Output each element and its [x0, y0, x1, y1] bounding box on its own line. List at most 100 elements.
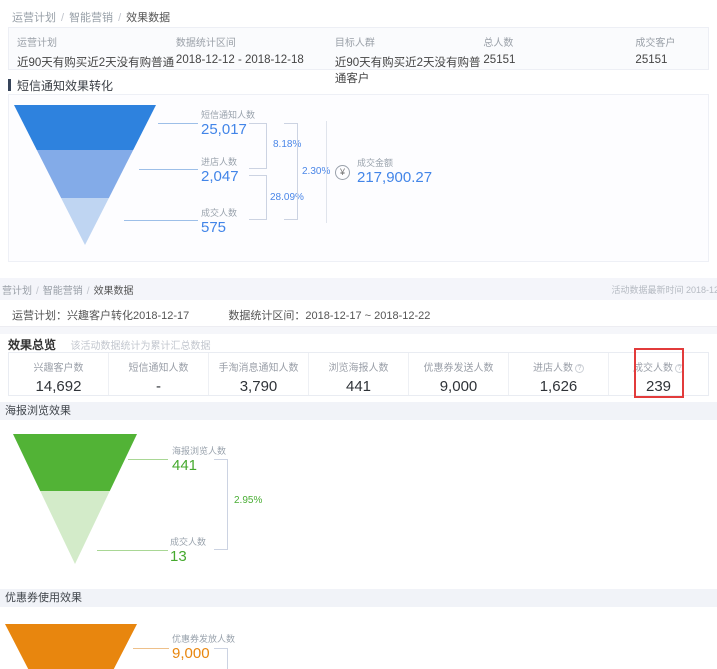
amount-value: 217,900.27 — [357, 169, 432, 188]
metric-label: 进店人数? — [509, 359, 608, 374]
metric-value: - — [109, 378, 208, 395]
info-label: 运营计划 — [17, 34, 176, 49]
stage-label-sms: 短信通知人数 25,017 — [201, 110, 255, 140]
info-icon[interactable]: ? — [575, 364, 584, 373]
stage-name: 成交人数 — [170, 537, 206, 548]
connector-line — [158, 123, 198, 124]
breadcrumb-separator: / — [87, 286, 90, 297]
poster-funnel-chart: 海报浏览人数 441 2.95% 成交人数 13 — [0, 420, 717, 581]
funnel-segment-poster-deal[interactable] — [40, 491, 110, 564]
sms-funnel-chart: 短信通知人数 25,017 进店人数 2,047 成交人数 575 8.18% … — [8, 94, 709, 262]
deal-amount: 成交金额 217,900.27 — [357, 158, 432, 188]
breadcrumb-separator: / — [36, 286, 39, 297]
overview-header: 效果总览 该活动数据统计为累计汇总数据 — [0, 334, 717, 350]
stage-name: 短信通知人数 — [201, 110, 255, 121]
metric-value: 3,790 — [209, 378, 308, 395]
info-col-range: 数据统计区间 2018-12-12 - 2018-12-18 — [176, 34, 335, 69]
breadcrumb-left: 营计划 / 智能营销 / 效果数据 — [2, 282, 134, 297]
plan-name-text: 运营计划：兴趣客户转化2018-12-17 — [12, 310, 189, 322]
breadcrumb-item-current: 效果数据 — [126, 12, 170, 24]
rate-bracket-2 — [249, 175, 267, 220]
metric-value: 9,000 — [409, 378, 508, 395]
metric-coupons-sent: 优惠券发送人数 9,000 — [408, 353, 508, 395]
connector-line — [124, 220, 198, 221]
rate-bracket-1 — [249, 123, 267, 169]
metric-label: 优惠券发送人数 — [409, 359, 508, 374]
connector-line — [128, 459, 168, 460]
rate-bracket-overall — [284, 123, 298, 220]
sms-funnel-svg — [9, 95, 179, 255]
funnel-segment-coupon-sent[interactable] — [5, 624, 137, 669]
metric-value: 14,692 — [9, 378, 108, 395]
info-label: 成交客户 — [635, 34, 704, 49]
stage-label-visit: 进店人数 2,047 — [201, 157, 239, 187]
plan-summary-row: 运营计划：兴趣客户转化2018-12-17 数据统计区间：2018-12-17 … — [0, 300, 717, 326]
stage-label-poster-deal: 成交人数 13 — [170, 537, 206, 567]
stage-value: 2,047 — [201, 168, 239, 187]
metric-label: 手淘消息通知人数 — [209, 359, 308, 374]
breadcrumb-item-marketing[interactable]: 智能营销 — [69, 12, 113, 24]
stage-name: 成交人数 — [201, 208, 237, 219]
dashboard-page: 运营计划 / 智能营销 / 效果数据 运营计划 近90天有购买近2天没有购普通 数据统计… — [0, 0, 717, 669]
stage-name: 优惠券发放人数 — [172, 634, 235, 645]
metric-label: 浏览海报人数 — [309, 359, 408, 374]
info-value: 近90天有购买近2天没有购普通 — [17, 54, 176, 70]
data-updated-note: 活动数据最新时间 2018-12 — [611, 283, 717, 296]
currency-yen-icon: ¥ — [335, 165, 350, 180]
info-value: 2018-12-12 - 2018-12-18 — [176, 54, 335, 66]
breadcrumb-item-plan[interactable]: 营计划 — [2, 286, 32, 297]
stage-value: 25,017 — [201, 121, 255, 140]
info-col-total: 总人数 25151 — [483, 34, 635, 69]
stage-name: 进店人数 — [201, 157, 239, 168]
funnel-segment-deal[interactable] — [61, 198, 109, 245]
breadcrumb: 运营计划 / 智能营销 / 效果数据 — [0, 0, 717, 27]
breadcrumb-item-plan[interactable]: 运营计划 — [12, 12, 56, 24]
stage-label-deal: 成交人数 575 — [201, 208, 237, 238]
breadcrumb-separator: / — [118, 12, 121, 24]
amount-divider — [326, 121, 327, 223]
breadcrumb-item-current: 效果数据 — [94, 286, 134, 297]
amount-label: 成交金额 — [357, 158, 432, 169]
info-value: 25151 — [635, 54, 704, 66]
metric-value: 1,626 — [509, 378, 608, 395]
breadcrumb-2: 营计划 / 智能营销 / 效果数据 活动数据最新时间 2018-12 — [0, 278, 717, 300]
metric-label: 兴趣客户数 — [9, 359, 108, 374]
metric-store-visitors: 进店人数? 1,626 — [508, 353, 608, 395]
info-icon[interactable]: ? — [675, 364, 684, 373]
coupon-funnel-chart: 优惠券发放人数 9,000 — [0, 607, 717, 669]
section-gap — [0, 326, 717, 334]
connector-line — [133, 648, 169, 649]
breadcrumb-separator: / — [61, 12, 64, 24]
metric-poster-viewers: 浏览海报人数 441 — [308, 353, 408, 395]
metrics-table: 兴趣客户数 14,692 短信通知人数 - 手淘消息通知人数 3,790 浏览海… — [8, 352, 709, 396]
info-col-deal-customers: 成交客户 25151 — [635, 34, 704, 69]
stage-value: 575 — [201, 219, 237, 238]
info-label: 数据统计区间 — [176, 34, 335, 49]
section-title-text: 短信通知效果转化 — [17, 77, 113, 94]
coupon-funnel-svg — [0, 607, 170, 669]
info-value: 近90天有购买近2天没有购普通客户 — [335, 54, 484, 86]
metric-value: 441 — [309, 378, 408, 395]
metric-deal-customers: 成交人数? 239 — [608, 353, 708, 395]
section-gap — [0, 262, 717, 278]
overview-note: 该活动数据统计为累计汇总数据 — [70, 341, 210, 352]
overview-title: 效果总览 — [8, 338, 56, 352]
funnel-segment-sms[interactable] — [14, 105, 156, 150]
metric-sms-notified: 短信通知人数 - — [108, 353, 208, 395]
date-range-text: 数据统计区间：2018-12-17 ~ 2018-12-22 — [228, 310, 430, 322]
funnel-segment-visit[interactable] — [37, 150, 133, 198]
metric-app-message-notified: 手淘消息通知人数 3,790 — [208, 353, 308, 395]
connector-line — [139, 169, 198, 170]
info-label: 目标人群 — [335, 34, 484, 49]
stage-name: 海报浏览人数 — [172, 446, 226, 457]
poster-funnel-svg — [0, 420, 170, 570]
rate-bracket — [214, 648, 228, 669]
info-col-plan: 运营计划 近90天有购买近2天没有购普通 — [17, 34, 176, 69]
breadcrumb-item-marketing[interactable]: 智能营销 — [43, 286, 83, 297]
rate-bracket — [214, 459, 228, 550]
metric-label: 成交人数? — [609, 359, 708, 374]
funnel-segment-poster-view[interactable] — [13, 434, 137, 491]
section-title-poster: 海报浏览效果 — [0, 402, 717, 420]
plan-info-card: 运营计划 近90天有购买近2天没有购普通 数据统计区间 2018-12-12 -… — [8, 27, 709, 70]
title-accent-bar — [8, 79, 11, 91]
